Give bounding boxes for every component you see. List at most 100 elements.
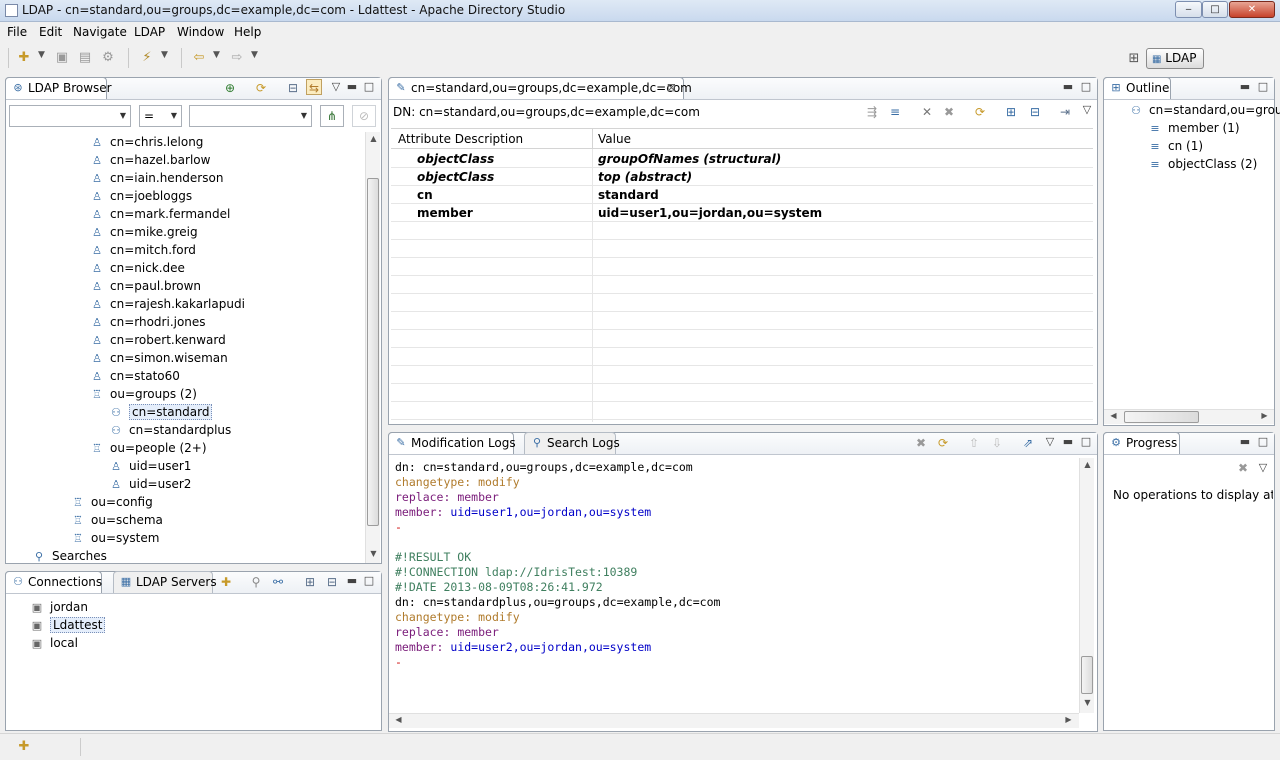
browser-tree-scrollbar[interactable]: ▲ ▼: [365, 132, 380, 563]
show-raw-icon[interactable]: ⇶: [864, 104, 880, 120]
menu-navigate[interactable]: Navigate: [73, 25, 127, 39]
tree-item[interactable]: ♖ ou=system: [71, 529, 159, 547]
tree-item[interactable]: ♙ uid=user2: [109, 475, 191, 493]
table-row[interactable]: objectClass groupOfNames (structural): [391, 150, 1093, 168]
minimize-icon[interactable]: ▬: [1239, 81, 1251, 93]
fast-view-icon[interactable]: ✚: [16, 739, 32, 755]
filter-icon[interactable]: ⇥: [1057, 104, 1073, 120]
clear-filter-button[interactable]: ⊘: [352, 105, 376, 127]
scroll-down-icon[interactable]: ▼: [366, 549, 381, 558]
tree-item[interactable]: ♙ cn=mark.fermandel: [90, 205, 230, 223]
tab-outline[interactable]: ⊞ Outline: [1103, 77, 1171, 99]
tree-item[interactable]: ⚇ cn=standardplus: [109, 421, 231, 439]
menu-edit[interactable]: Edit: [39, 25, 62, 39]
tree-item[interactable]: ♙ cn=simon.wiseman: [90, 349, 228, 367]
menu-ldap[interactable]: LDAP: [134, 25, 165, 39]
tree-item[interactable]: ♙ cn=joebloggs: [90, 187, 192, 205]
close-connection-icon[interactable]: ⚯: [270, 574, 286, 590]
tree-item[interactable]: ♙ cn=mitch.ford: [90, 241, 196, 259]
scroll-down-icon[interactable]: ▼: [1080, 698, 1095, 707]
tab-search-logs[interactable]: ⚲ Search Logs: [524, 432, 620, 454]
print-icon[interactable]: ▤: [77, 50, 93, 66]
minimize-icon[interactable]: ▬: [346, 575, 358, 587]
tree-item[interactable]: ♙ cn=robert.kenward: [90, 331, 226, 349]
forward-dropdown-icon[interactable]: ▼: [251, 50, 258, 60]
collapse-all-icon[interactable]: ⊟: [324, 574, 340, 590]
tree-item[interactable]: ♙ cn=nick.dee: [90, 259, 185, 277]
new-attribute-icon[interactable]: ≡: [887, 104, 903, 120]
connection-item[interactable]: ▣ Ldattest: [30, 616, 106, 634]
refresh-icon[interactable]: ⟳: [253, 80, 269, 96]
view-menu-icon[interactable]: ▽: [1044, 436, 1056, 448]
tree-item[interactable]: ♖ ou=config: [71, 493, 153, 511]
table-row[interactable]: member uid=user1,ou=jordan,ou=system: [391, 204, 1093, 222]
tree-item[interactable]: ♙ cn=chris.lelong: [90, 133, 203, 151]
view-menu-icon[interactable]: ▽: [1081, 104, 1093, 116]
tree-item[interactable]: ♙ uid=user1: [109, 457, 191, 475]
table-row[interactable]: objectClass top (abstract): [391, 168, 1093, 186]
open-connection-icon[interactable]: ⚲: [248, 574, 264, 590]
maximize-icon[interactable]: □: [363, 575, 375, 587]
minimize-icon[interactable]: ▬: [346, 81, 358, 93]
connect-dropdown-icon[interactable]: ▼: [161, 50, 168, 60]
close-button[interactable]: ✕: [1229, 1, 1275, 18]
connection-item[interactable]: ▣ local: [30, 634, 78, 652]
open-perspective-icon[interactable]: ⊞: [1126, 51, 1142, 67]
browser-scroll-thumb[interactable]: [367, 178, 379, 526]
outline-scroll-thumb[interactable]: [1124, 411, 1199, 423]
minimize-icon[interactable]: ▬: [1239, 436, 1251, 448]
logs-v-scroll-thumb[interactable]: [1081, 656, 1093, 694]
ldap-perspective-button[interactable]: ▦ LDAP: [1146, 48, 1204, 69]
maximize-icon[interactable]: □: [1080, 81, 1092, 93]
menu-help[interactable]: Help: [234, 25, 261, 39]
new-connection-icon[interactable]: ✚: [218, 574, 234, 590]
menu-file[interactable]: File: [7, 25, 27, 39]
expand-all-icon[interactable]: ⊞: [302, 574, 318, 590]
col-value-header[interactable]: Value: [598, 132, 631, 146]
table-row[interactable]: cn standard: [391, 186, 1093, 204]
remove-all-icon[interactable]: ✖: [1235, 460, 1251, 476]
tab-entry-editor[interactable]: ✎ cn=standard,ou=groups,dc=example,dc=co…: [388, 77, 692, 99]
tree-item[interactable]: ♙ cn=rhodri.jones: [90, 313, 205, 331]
outline-root[interactable]: ⚇ cn=standard,ou=group: [1129, 101, 1280, 119]
delete-icon[interactable]: ✕: [919, 104, 935, 120]
clear-logs-icon[interactable]: ✖: [913, 435, 929, 451]
scroll-up-icon[interactable]: ▲: [1080, 460, 1095, 469]
tab-ldap-servers[interactable]: ▦ LDAP Servers: [113, 571, 217, 593]
back-icon[interactable]: ⇦: [191, 50, 207, 66]
new-icon[interactable]: ✚: [16, 50, 32, 66]
maximize-button[interactable]: □: [1202, 1, 1228, 18]
close-tab-icon[interactable]: ⊠: [667, 78, 676, 98]
scroll-right-icon[interactable]: ▶: [1061, 715, 1076, 724]
outline-item[interactable]: ≡ cn (1): [1148, 137, 1203, 155]
outline-item[interactable]: ≡ objectClass (2): [1148, 155, 1257, 173]
arrow-up-icon[interactable]: ⇧: [966, 435, 982, 451]
tab-ldap-browser[interactable]: ⊛ LDAP Browser: [5, 77, 112, 99]
collapse-all-icon[interactable]: ⊟: [285, 80, 301, 96]
tree-item[interactable]: ♙ cn=rajesh.kakarlapudi: [90, 295, 245, 313]
scroll-left-icon[interactable]: ◀: [391, 715, 406, 724]
gear-icon[interactable]: ⚙: [100, 50, 116, 66]
connection-item[interactable]: ▣ jordan: [30, 598, 88, 616]
back-dropdown-icon[interactable]: ▼: [213, 50, 220, 60]
maximize-icon[interactable]: □: [363, 81, 375, 93]
maximize-icon[interactable]: □: [1080, 436, 1092, 448]
arrow-down-icon[interactable]: ⇩: [989, 435, 1005, 451]
col-attribute-header[interactable]: Attribute Description: [398, 132, 523, 146]
logs-v-scrollbar[interactable]: ▲ ▼: [1079, 458, 1094, 713]
tab-progress[interactable]: ⚙ Progress: [1103, 432, 1180, 454]
connect-icon[interactable]: ⚡: [139, 50, 155, 66]
new-dropdown-icon[interactable]: ▼: [38, 50, 45, 60]
scroll-left-icon[interactable]: ◀: [1106, 411, 1121, 420]
tree-item[interactable]: ♖ ou=people (2+): [90, 439, 206, 457]
tree-item[interactable]: ♙ cn=stato60: [90, 367, 180, 385]
refresh-icon[interactable]: ⟳: [935, 435, 951, 451]
tree-item[interactable]: ♙ cn=iain.henderson: [90, 169, 223, 187]
minimize-icon[interactable]: ▬: [1062, 436, 1074, 448]
scroll-up-icon[interactable]: ▲: [366, 134, 381, 143]
link-icon[interactable]: ⊕: [222, 80, 238, 96]
forward-icon[interactable]: ⇨: [229, 50, 245, 66]
view-menu-icon[interactable]: ▽: [330, 81, 342, 93]
outline-h-scrollbar[interactable]: ◀ ▶: [1104, 409, 1274, 424]
view-menu-icon[interactable]: ▽: [1257, 462, 1269, 474]
